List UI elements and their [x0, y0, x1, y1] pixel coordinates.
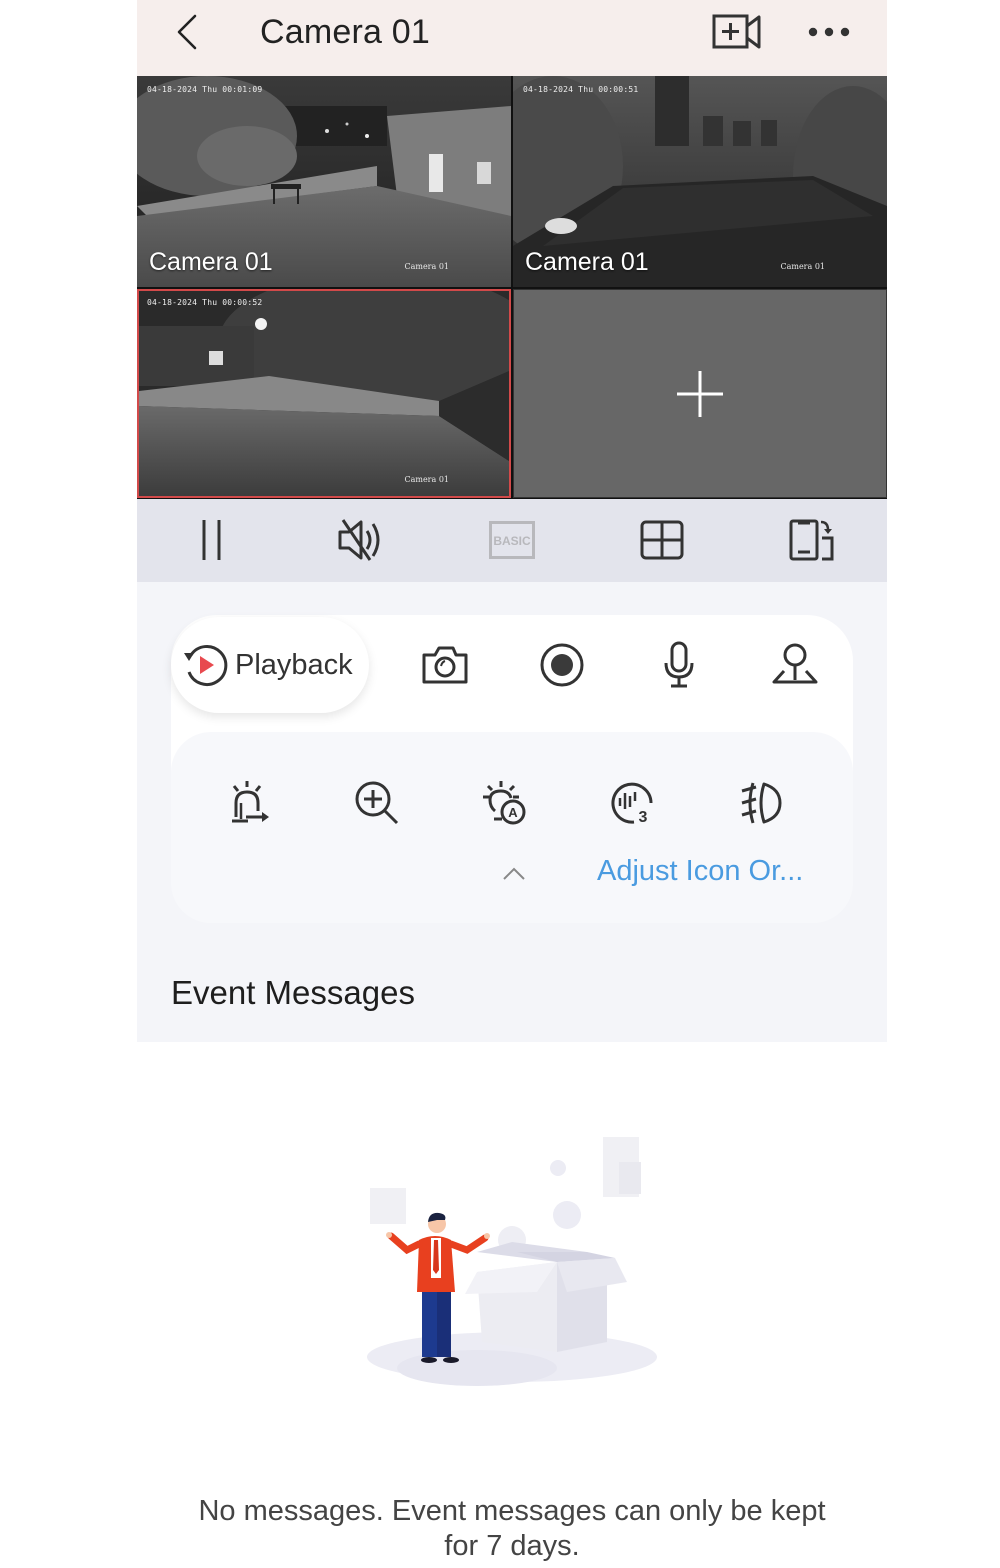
camera-feed-image [139, 291, 509, 496]
svg-text:A: A [508, 805, 518, 820]
layout-grid-button[interactable] [637, 517, 687, 563]
basic-quality-icon: BASIC [489, 521, 535, 559]
collapse-button[interactable] [499, 862, 529, 886]
chevron-left-icon [177, 14, 197, 50]
playback-control-toolbar: BASIC [137, 499, 887, 582]
osd-camera-name: Camera 01 [404, 475, 449, 484]
actions-area: Playback A 3 Adjust Icon Or... Event Mes… [137, 582, 887, 1042]
camera-live-view-screen: Camera 01 04-18-2024 Thu 00:01:09 Camera… [137, 0, 887, 1568]
osd-timestamp: 04-18-2024 Thu 00:00:52 [147, 298, 263, 307]
audio-alarm-button[interactable]: 3 [604, 775, 660, 831]
chevron-up-icon [503, 867, 525, 880]
talk-button[interactable] [651, 637, 707, 693]
auto-light-icon: A [483, 781, 526, 825]
video-tile-2[interactable]: 04-18-2024 Thu 00:00:51 Camera 01 Camera… [513, 76, 887, 287]
back-button[interactable] [171, 12, 207, 52]
audio-alarm-3-icon: 3 [611, 782, 653, 826]
record-button[interactable] [534, 637, 590, 693]
tile-camera-label: Camera 01 [149, 248, 273, 276]
add-camera-button[interactable] [712, 14, 762, 50]
zoom-in-icon [355, 781, 399, 825]
camera-snapshot-icon [422, 646, 468, 684]
record-icon [540, 643, 584, 687]
page-title: Camera 01 [260, 13, 430, 51]
osd-timestamp: 04-18-2024 Thu 00:01:09 [147, 85, 263, 94]
pause-button[interactable] [187, 517, 237, 563]
microphone-icon [664, 641, 694, 688]
empty-state-message: No messages. Event messages can only be … [198, 1495, 826, 1562]
ptz-button[interactable] [767, 637, 823, 693]
add-camera-tile[interactable] [513, 289, 887, 498]
empty-box-illustration [367, 1137, 657, 1386]
grid-4-icon [640, 520, 684, 560]
top-bar: Camera 01 [137, 0, 887, 76]
add-plus-icon [677, 370, 723, 417]
video-tile-3-selected[interactable]: 04-18-2024 Thu 00:00:52 Camera 01 [137, 289, 511, 498]
osd-timestamp: 04-18-2024 Thu 00:00:51 [523, 85, 639, 94]
video-add-icon [712, 14, 761, 49]
pause-icon [202, 520, 221, 560]
alarm-output-button[interactable] [222, 775, 278, 831]
svg-text:3: 3 [639, 809, 648, 826]
speaker-muted-icon [338, 519, 380, 561]
playback-icon [184, 644, 228, 686]
svg-text:BASIC: BASIC [493, 534, 531, 548]
quality-basic-button[interactable]: BASIC [487, 517, 537, 563]
tile-camera-label: Camera 01 [525, 248, 649, 276]
event-messages-empty-state: No messages. Event messages can only be … [137, 1042, 887, 1568]
playback-button[interactable]: Playback [171, 617, 369, 713]
digital-zoom-button[interactable] [349, 775, 405, 831]
screen-rotate-icon [789, 519, 834, 561]
auto-light-button[interactable]: A [477, 775, 533, 831]
video-tile-1[interactable]: 04-18-2024 Thu 00:01:09 Camera 01 Camera… [137, 76, 511, 287]
ptz-joystick-icon [772, 643, 818, 684]
video-grid: 04-18-2024 Thu 00:01:09 Camera 01 Camera… [137, 76, 887, 499]
fill-light-button[interactable] [732, 775, 788, 831]
osd-camera-name: Camera 01 [780, 262, 825, 271]
more-dots-icon [808, 27, 850, 37]
rotate-screen-button[interactable] [787, 517, 837, 563]
alarm-siren-icon [232, 781, 269, 823]
fog-light-icon [741, 782, 782, 824]
adjust-icon-order-link[interactable]: Adjust Icon Or... [597, 855, 803, 888]
action-panel: Playback A 3 Adjust Icon Or... [171, 615, 853, 923]
snapshot-button[interactable] [417, 637, 473, 693]
osd-camera-name: Camera 01 [404, 262, 449, 271]
event-messages-heading: Event Messages [171, 974, 415, 1011]
mute-button[interactable] [337, 517, 387, 563]
more-options-button[interactable] [805, 18, 855, 46]
playback-label: Playback [235, 648, 353, 681]
